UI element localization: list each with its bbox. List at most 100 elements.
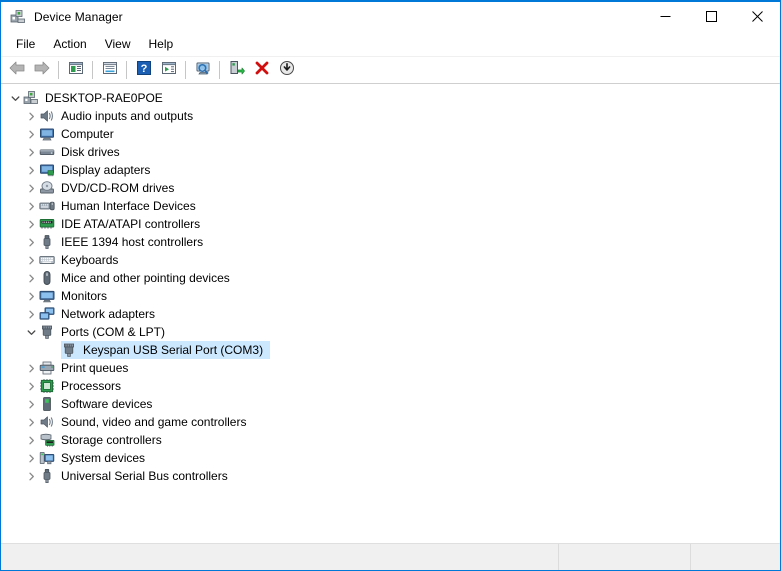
menu-help[interactable]: Help xyxy=(140,34,183,54)
chevron-right-icon[interactable] xyxy=(23,467,39,485)
chevron-right-icon[interactable] xyxy=(23,215,39,233)
hid-icon xyxy=(39,198,55,214)
chevron-right-icon[interactable] xyxy=(23,125,39,143)
tree-node-storage-controllers[interactable]: Storage controllers xyxy=(1,431,780,449)
chevron-right-icon[interactable] xyxy=(23,143,39,161)
toolbar-separator xyxy=(92,61,93,79)
software-device-icon xyxy=(39,396,55,412)
scan-monitor-icon xyxy=(194,60,212,81)
tree-node-label: DVD/CD-ROM drives xyxy=(61,181,175,195)
network-adapter-icon xyxy=(39,306,55,322)
tree-node-label: IEEE 1394 host controllers xyxy=(61,235,204,249)
chevron-right-icon[interactable] xyxy=(23,395,39,413)
tree-node-print-queues[interactable]: Print queues xyxy=(1,359,780,377)
show-hide-action-pane-button[interactable] xyxy=(156,58,181,82)
tree-node-keyboards[interactable]: Keyboards xyxy=(1,251,780,269)
close-button[interactable] xyxy=(734,2,780,31)
toolbar-separator xyxy=(126,61,127,79)
tree-node-mice-and-other-pointing-devices[interactable]: Mice and other pointing devices xyxy=(1,269,780,287)
chevron-right-icon[interactable] xyxy=(23,197,39,215)
chevron-right-icon[interactable] xyxy=(23,107,39,125)
device-manager-icon xyxy=(10,9,26,25)
tree-node-ports-com-and-lpt[interactable]: Ports (COM & LPT) xyxy=(1,323,780,341)
tree-node-keyspan-usb-serial-port[interactable]: Keyspan USB Serial Port (COM3) xyxy=(1,341,780,359)
tree-node-label: Computer xyxy=(61,127,114,141)
tree-node-label: Audio inputs and outputs xyxy=(61,109,194,123)
chevron-right-icon[interactable] xyxy=(23,161,39,179)
back-button[interactable] xyxy=(4,58,29,82)
tree-node-label: Keyspan USB Serial Port (COM3) xyxy=(83,343,264,357)
chevron-right-icon[interactable] xyxy=(23,377,39,395)
chevron-down-icon[interactable] xyxy=(23,323,39,341)
status-bar xyxy=(1,543,780,570)
minimize-button[interactable] xyxy=(642,2,688,31)
ide-controller-icon xyxy=(39,216,55,232)
tree-node-universal-serial-bus-controllers[interactable]: Universal Serial Bus controllers xyxy=(1,467,780,485)
chevron-right-icon[interactable] xyxy=(23,413,39,431)
show-hide-console-tree-button[interactable] xyxy=(63,58,88,82)
optical-drive-icon xyxy=(39,180,55,196)
properties-button[interactable] xyxy=(97,58,122,82)
selected-item-highlight: Keyspan USB Serial Port (COM3) xyxy=(61,341,271,359)
tree-node-label: IDE ATA/ATAPI controllers xyxy=(61,217,201,231)
scan-for-hardware-changes-button[interactable] xyxy=(190,58,215,82)
tree-node-network-adapters[interactable]: Network adapters xyxy=(1,305,780,323)
update-driver-button[interactable] xyxy=(224,58,249,82)
chevron-right-icon[interactable] xyxy=(23,233,39,251)
disable-device-button[interactable] xyxy=(274,58,299,82)
chevron-right-icon[interactable] xyxy=(23,287,39,305)
tree-node-system-devices[interactable]: System devices xyxy=(1,449,780,467)
chevron-down-icon[interactable] xyxy=(7,89,23,107)
tree-node-label: Disk drives xyxy=(61,145,120,159)
help-button[interactable]: ? xyxy=(131,58,156,82)
speaker-icon xyxy=(39,414,55,430)
chevron-right-icon[interactable] xyxy=(23,431,39,449)
tree-node-label: Monitors xyxy=(61,289,108,303)
firewire-icon xyxy=(39,234,55,250)
tree-node-software-devices[interactable]: Software devices xyxy=(1,395,780,413)
tree-node-display-adapters[interactable]: Display adapters xyxy=(1,161,780,179)
menu-file[interactable]: File xyxy=(7,34,44,54)
tree-node-ide-ata-atapi-controllers[interactable]: IDE ATA/ATAPI controllers xyxy=(1,215,780,233)
download-circle-icon xyxy=(279,60,295,81)
tree-node-human-interface-devices[interactable]: Human Interface Devices xyxy=(1,197,780,215)
window-controls xyxy=(642,2,780,31)
computer-root-icon xyxy=(23,90,39,106)
tree-node-label: Human Interface Devices xyxy=(61,199,196,213)
maximize-button[interactable] xyxy=(688,2,734,31)
chevron-right-icon[interactable] xyxy=(23,269,39,287)
forward-button[interactable] xyxy=(29,58,54,82)
tree-node-root[interactable]: DESKTOP-RAE0POE xyxy=(1,89,780,107)
tree-node-processors[interactable]: Processors xyxy=(1,377,780,395)
title-bar: Device Manager xyxy=(1,2,780,31)
device-tree-panel[interactable]: DESKTOP-RAE0POE Audio inputs and outputs xyxy=(1,84,780,543)
uninstall-red-x-icon xyxy=(254,60,270,81)
chevron-right-icon[interactable] xyxy=(23,251,39,269)
monitor-icon xyxy=(39,126,55,142)
chevron-right-icon[interactable] xyxy=(23,359,39,377)
uninstall-device-button[interactable] xyxy=(249,58,274,82)
chevron-right-icon[interactable] xyxy=(23,305,39,323)
tree-node-dvd-cd-rom-drives[interactable]: DVD/CD-ROM drives xyxy=(1,179,780,197)
tree-node-disk-drives[interactable]: Disk drives xyxy=(1,143,780,161)
storage-controller-icon xyxy=(39,432,55,448)
menu-action[interactable]: Action xyxy=(44,34,95,54)
back-arrow-icon xyxy=(8,60,26,81)
menu-view[interactable]: View xyxy=(96,34,140,54)
chevron-right-icon[interactable] xyxy=(23,179,39,197)
tree-node-computer[interactable]: Computer xyxy=(1,125,780,143)
status-pane-secondary xyxy=(559,544,691,570)
tree-node-label: Ports (COM & LPT) xyxy=(61,325,166,339)
tree-node-sound-video-and-game-controllers[interactable]: Sound, video and game controllers xyxy=(1,413,780,431)
tree-node-monitors[interactable]: Monitors xyxy=(1,287,780,305)
disk-drive-icon xyxy=(39,144,55,160)
printer-icon xyxy=(39,360,55,376)
tree-node-audio-inputs-and-outputs[interactable]: Audio inputs and outputs xyxy=(1,107,780,125)
tree-node-ieee-1394-host-controllers[interactable]: IEEE 1394 host controllers xyxy=(1,233,780,251)
device-tree[interactable]: DESKTOP-RAE0POE Audio inputs and outputs xyxy=(1,89,780,485)
chevron-right-icon[interactable] xyxy=(23,449,39,467)
tree-node-label: Print queues xyxy=(61,361,129,375)
menu-bar: File Action View Help xyxy=(1,31,780,57)
toolbar-separator xyxy=(185,61,186,79)
system-device-icon xyxy=(39,450,55,466)
